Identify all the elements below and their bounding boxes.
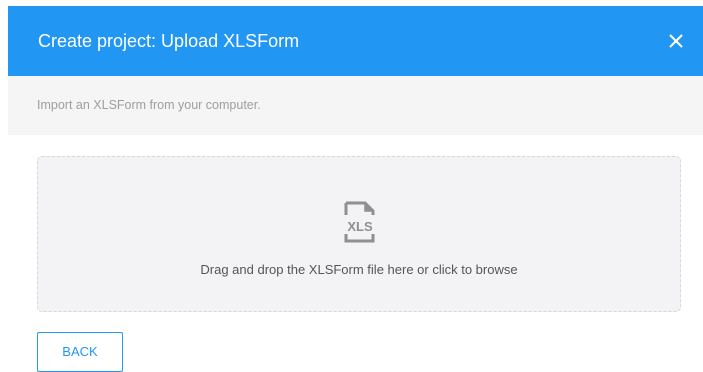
back-button[interactable]: BACK [37,332,123,372]
close-icon [663,28,689,54]
xls-icon-label: XLS [347,219,373,234]
xls-file-icon: XLS [340,201,380,245]
close-button[interactable] [663,28,689,54]
upload-xlsform-modal: Create project: Upload XLSForm Import an… [0,0,703,372]
file-dropzone[interactable]: XLS Drag and drop the XLSForm file here … [37,156,681,312]
dropzone-instructions: Drag and drop the XLSForm file here or c… [200,262,518,277]
modal-subheader: Import an XLSForm from your computer. [8,76,703,135]
modal-title: Create project: Upload XLSForm [38,31,300,51]
modal-header: Create project: Upload XLSForm [8,6,703,76]
subheader-text: Import an XLSForm from your computer. [37,98,261,112]
